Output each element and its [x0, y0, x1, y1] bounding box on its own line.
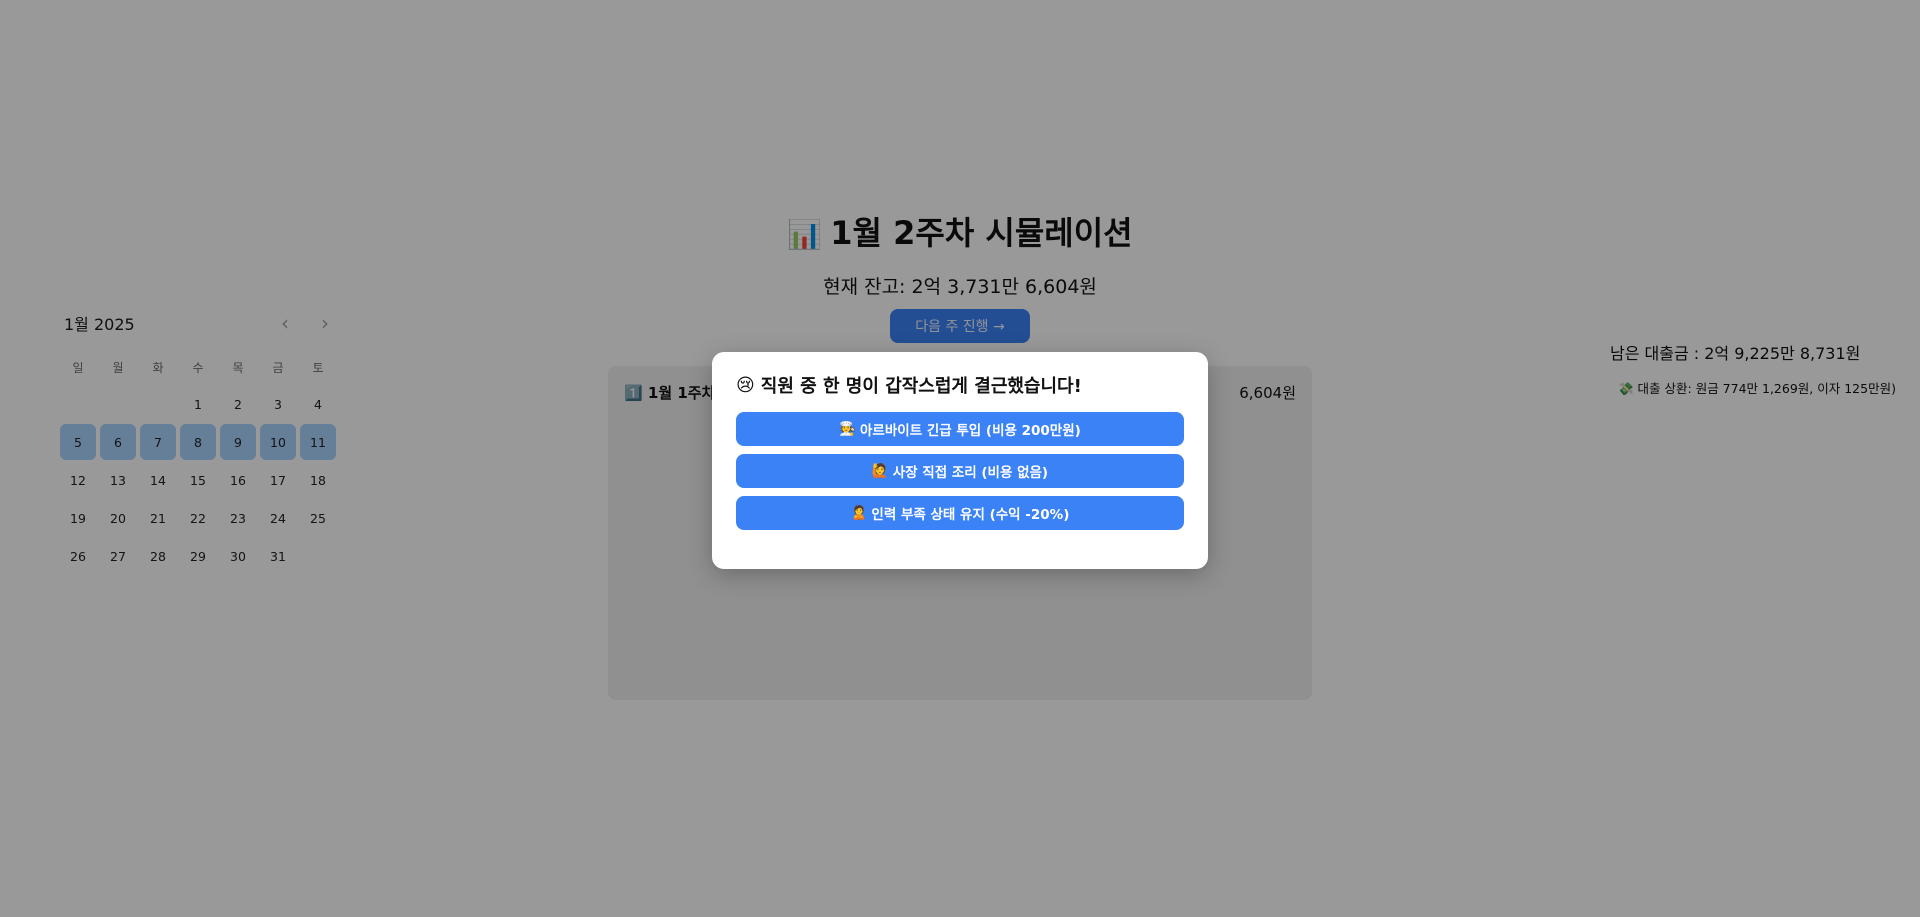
choice-stay-understaffed-button[interactable]: 🙎 인력 부족 상태 유지 (수익 -20%) — [736, 496, 1184, 530]
choice-label: 사장 직접 조리 (비용 없음) — [892, 465, 1049, 481]
modal-title-text: 직원 중 한 명이 갑작스럽게 결근했습니다! — [760, 376, 1082, 397]
cook-icon: 🧑‍🍳 — [839, 421, 857, 437]
page: 1월 2025 ‹ › 일 월 화 수 목 금 토 1 2 3 4 5 6 7 8 9 10 11 12 13 14 15… — [0, 0, 1920, 917]
choice-label: 아르바이트 긴급 투입 (비용 200만원) — [860, 423, 1081, 439]
event-modal: 😢 직원 중 한 명이 갑작스럽게 결근했습니다! 🧑‍🍳 아르바이트 긴급 투… — [712, 352, 1208, 569]
pouting-person-icon: 🙎 — [850, 505, 868, 521]
choice-owner-cooks-button[interactable]: 🙋 사장 직접 조리 (비용 없음) — [736, 454, 1184, 488]
raising-hand-icon: 🙋 — [871, 463, 889, 479]
sad-face-icon: 😢 — [736, 374, 755, 396]
modal-title: 😢 직원 중 한 명이 갑작스럽게 결근했습니다! — [736, 372, 1184, 398]
choice-hire-part-timer-button[interactable]: 🧑‍🍳 아르바이트 긴급 투입 (비용 200만원) — [736, 412, 1184, 446]
choice-label: 인력 부족 상태 유지 (수익 -20%) — [871, 507, 1070, 523]
